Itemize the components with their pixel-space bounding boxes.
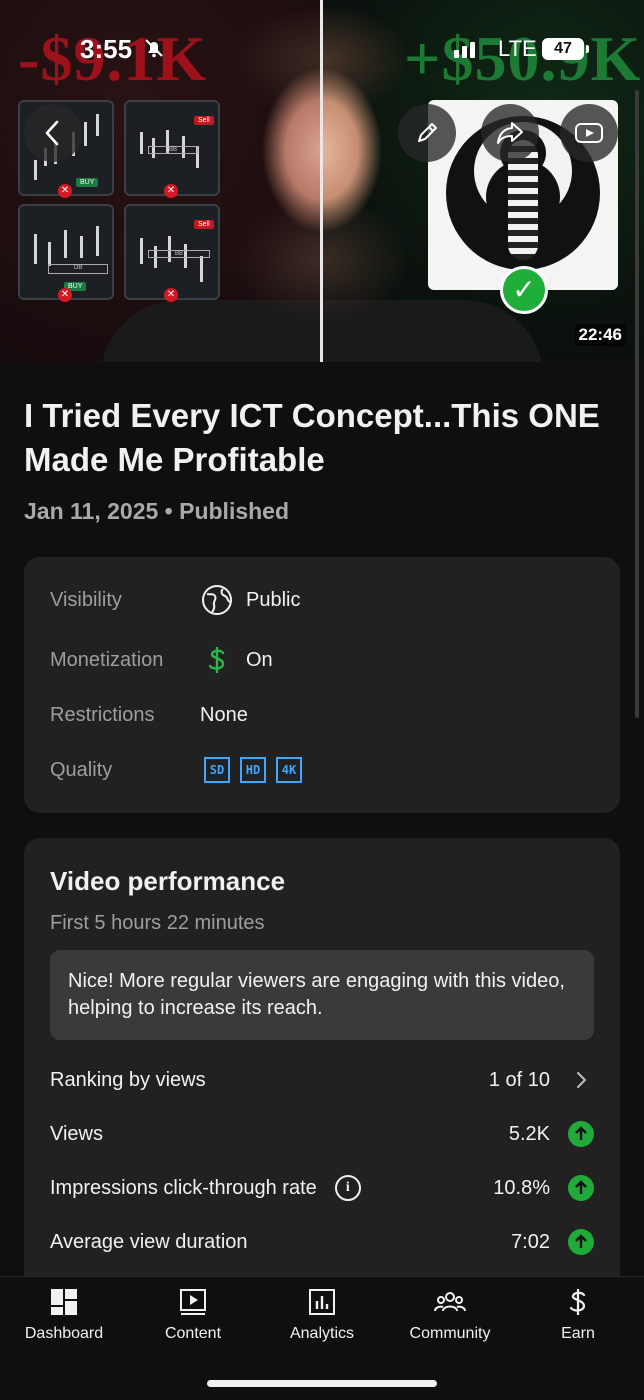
nav-label: Community (409, 1325, 491, 1342)
arrow-up-icon (568, 1121, 594, 1147)
open-youtube-button[interactable] (560, 104, 618, 162)
visibility-row[interactable]: Visibility Public (50, 585, 590, 615)
nav-dashboard[interactable]: Dashboard (4, 1285, 124, 1343)
restrictions-label: Restrictions (50, 703, 155, 726)
buy-tag: BUY (76, 178, 99, 187)
back-button[interactable] (24, 104, 82, 162)
monetization-value: On (246, 648, 273, 671)
hd-badge: HD (240, 757, 266, 783)
performance-callout: Nice! More regular viewers are engaging … (50, 950, 594, 1040)
video-title: I Tried Every ICT Concept...This ONE Mad… (24, 397, 600, 478)
analytics-icon (305, 1285, 339, 1319)
scrollbar[interactable] (635, 90, 639, 718)
performance-title: Video performance (50, 866, 286, 896)
share-icon (497, 122, 523, 144)
status-time: 3:55 (80, 34, 133, 64)
earn-icon (561, 1285, 595, 1319)
network-label: LTE (498, 36, 537, 61)
nav-community[interactable]: Community (390, 1285, 510, 1343)
pencil-icon (418, 123, 437, 142)
quality-row: Quality SD HD 4K (50, 755, 590, 785)
checkmark-icon: ✓ (500, 266, 548, 314)
nav-analytics[interactable]: Analytics (262, 1285, 382, 1343)
battery-icon: 47 (542, 38, 584, 60)
visibility-label: Visibility (50, 588, 122, 611)
fail-x-icon: ✕ (164, 184, 178, 198)
status-bar: 3:55 LTE 47 (0, 28, 644, 68)
video-performance-card: Video performance First 5 hours 22 minut… (24, 838, 620, 1298)
ctr-label: Impressions click-through rate (50, 1176, 317, 1199)
views-label: Views (50, 1122, 103, 1145)
nav-label: Analytics (289, 1325, 355, 1342)
bb-box: BB (148, 250, 210, 258)
nav-content[interactable]: Content (133, 1285, 253, 1343)
chart-card: Sell BB (124, 100, 220, 196)
restrictions-row[interactable]: Restrictions None (50, 700, 590, 730)
publish-date-status: Jan 11, 2025 • Published (24, 498, 290, 524)
youtube-play-icon (575, 123, 603, 143)
chevron-right-icon (568, 1071, 594, 1089)
ranking-row[interactable]: Ranking by views 1 of 10 (50, 1064, 594, 1096)
ctr-row: Impressions click-through rate i 10.8% (50, 1172, 594, 1204)
signal-icon (454, 40, 478, 58)
chevron-left-icon (45, 120, 59, 146)
edit-button[interactable] (398, 104, 456, 162)
fail-x-icon: ✕ (164, 288, 178, 302)
views-row: Views 5.2K (50, 1118, 594, 1150)
monetization-label: Monetization (50, 648, 164, 671)
globe-icon (200, 583, 234, 617)
avg-view-duration-label: Average view duration (50, 1230, 248, 1253)
monetization-row[interactable]: Monetization On (50, 645, 590, 675)
ranking-value: 1 of 10 (488, 1068, 550, 1091)
ctr-value: 10.8% (493, 1176, 550, 1199)
avg-view-duration-value: 7:02 (511, 1230, 550, 1253)
community-icon (433, 1285, 467, 1319)
restrictions-value: None (200, 703, 248, 726)
visibility-value: Public (246, 588, 301, 611)
info-icon[interactable]: i (334, 1175, 361, 1201)
nav-label: Dashboard (24, 1325, 104, 1342)
sell-tag: Sell (194, 116, 214, 125)
share-button[interactable] (481, 104, 539, 162)
fail-x-icon: ✕ (58, 184, 72, 198)
avg-view-duration-row: Average view duration 7:02 (50, 1226, 594, 1258)
ranking-label: Ranking by views (50, 1068, 206, 1091)
nav-label: Earn (561, 1325, 595, 1342)
chart-card: OB BUY (18, 204, 114, 300)
dollar-icon (200, 643, 234, 677)
views-value: 5.2K (508, 1122, 550, 1145)
arrow-up-icon (568, 1229, 594, 1255)
bell-muted-icon (142, 36, 166, 60)
arrow-up-icon (568, 1175, 594, 1201)
home-indicator[interactable] (207, 1380, 437, 1387)
video-duration: 22:46 (574, 324, 626, 346)
sd-badge: SD (204, 757, 230, 783)
content-icon (176, 1285, 210, 1319)
video-details-card: Visibility Public Monetization On Restri… (24, 557, 620, 813)
sell-tag: Sell (194, 220, 214, 229)
bb-box: BB (148, 146, 198, 154)
ob-box: OB (48, 264, 108, 274)
battery-tip (586, 45, 589, 53)
dashboard-icon (47, 1285, 81, 1319)
quality-label: Quality (50, 758, 113, 781)
nav-earn[interactable]: Earn (518, 1285, 638, 1343)
video-thumbnail[interactable]: -$9.1K +$50.9K BUY ✕ Sell BB ✕ OB BUY ✕ … (0, 0, 644, 362)
chart-card: Sell BB (124, 204, 220, 300)
performance-subtitle: First 5 hours 22 minutes (50, 912, 265, 934)
nav-label: Content (164, 1325, 222, 1342)
4k-badge: 4K (276, 757, 302, 783)
fail-x-icon: ✕ (58, 288, 72, 302)
